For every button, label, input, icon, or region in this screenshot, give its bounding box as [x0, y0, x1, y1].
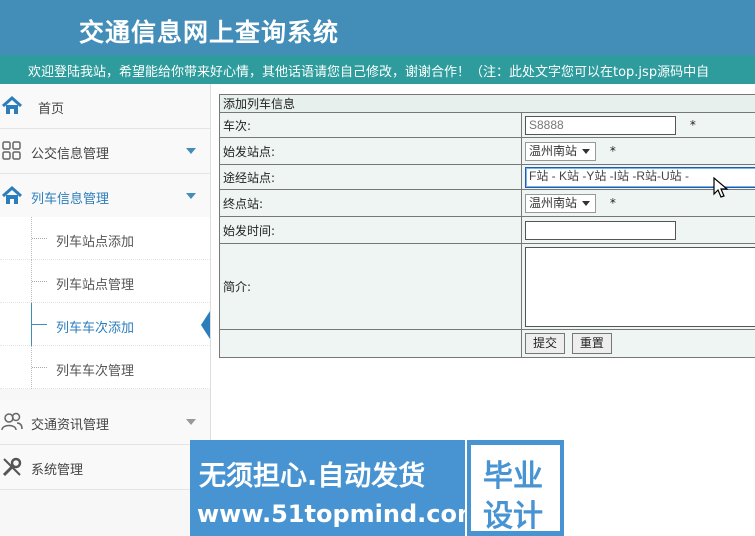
- app-window: 交通信息网上查询系统 欢迎登陆我站，希望能给你带来好心情，其他话语请您自己修改，…: [0, 0, 755, 536]
- watermark-badge-line1: 毕业: [483, 459, 543, 494]
- submenu-item-label: 列车站点添加: [56, 235, 135, 250]
- tree-branch: [32, 281, 47, 282]
- watermark-banner: 无须担心.自动发货 www.51topmind.com: [190, 440, 482, 536]
- depart-label: 始发时间:: [219, 216, 522, 244]
- chevron-down-icon: [186, 193, 196, 199]
- submenu-item-label: 列车车次添加: [56, 321, 135, 336]
- button-cell: 提交 重置: [521, 329, 755, 358]
- sidebar-item-label: 交通资讯管理: [31, 418, 110, 433]
- watermark-badge: 毕业 设计: [467, 440, 564, 536]
- watermark-badge-line2: 设计: [483, 499, 543, 534]
- notice-text: 欢迎登陆我站，希望能给你带来好心情，其他话语请您自己修改，谢谢合作！（注：此处文…: [28, 65, 710, 80]
- intro-textarea[interactable]: [525, 246, 755, 327]
- submenu-item-train-manage[interactable]: 列车车次管理: [0, 346, 210, 389]
- users-icon: [1, 412, 23, 431]
- chevron-down-icon: [186, 419, 196, 425]
- depart-time-input[interactable]: [525, 220, 676, 240]
- submenu-item-label: 列车车次管理: [56, 364, 135, 379]
- intro-label: 简介:: [219, 243, 522, 330]
- origin-cell: 温州南站 *: [521, 137, 755, 165]
- submit-button[interactable]: 提交: [525, 333, 566, 354]
- train-no-label: 车次:: [219, 112, 522, 138]
- watermark-line1: 无须担心.自动发货: [199, 461, 426, 492]
- sidebar: 首页 公交信息管理 列车信息管理 列车站点添加 列车站点管理 列车车次添加 列车…: [0, 84, 211, 536]
- terminal-select-value: 温州南站: [529, 195, 578, 210]
- required-mark: *: [609, 196, 616, 210]
- reset-button[interactable]: 重置: [571, 333, 612, 354]
- button-row-spacer: [219, 329, 522, 358]
- terminal-select[interactable]: 温州南站: [525, 193, 597, 213]
- chevron-down-icon: [582, 200, 591, 206]
- origin-label: 始发站点:: [219, 137, 522, 165]
- active-marker-icon: [201, 311, 210, 339]
- app-title: 交通信息网上查询系统: [79, 18, 340, 47]
- depart-cell: [521, 216, 755, 244]
- home-icon: [2, 95, 22, 114]
- train-no-input[interactable]: S8888: [525, 115, 676, 135]
- home-icon: [2, 185, 22, 204]
- sidebar-item-label: 系统管理: [31, 463, 84, 478]
- tree-branch: [32, 238, 47, 239]
- wrench-icon: [2, 457, 22, 477]
- chevron-down-icon: [186, 148, 196, 154]
- sidebar-item-home[interactable]: 首页: [0, 84, 210, 129]
- notice-bar: 欢迎登陆我站，希望能给你带来好心情，其他话语请您自己修改，谢谢合作！（注：此处文…: [0, 55, 755, 84]
- required-mark: *: [609, 144, 616, 158]
- sidebar-item-train[interactable]: 列车信息管理: [0, 174, 210, 219]
- sidebar-item-label: 列车信息管理: [31, 192, 110, 207]
- top-header: 交通信息网上查询系统: [0, 0, 755, 55]
- submenu-item-station-manage[interactable]: 列车站点管理: [0, 260, 210, 303]
- required-mark: *: [689, 118, 696, 132]
- terminal-label: 终点站:: [219, 189, 522, 217]
- sidebar-item-bus[interactable]: 公交信息管理: [0, 129, 210, 174]
- tree-branch: [32, 367, 47, 368]
- sidebar-item-news[interactable]: 交通资讯管理: [0, 400, 210, 445]
- origin-select[interactable]: 温州南站: [525, 141, 597, 161]
- submenu-item-label: 列车站点管理: [56, 278, 135, 293]
- form-caption: 添加列车信息: [219, 94, 755, 113]
- tree-branch: [32, 324, 47, 325]
- chevron-down-icon: [582, 148, 591, 154]
- watermark-badge-box: 毕业 设计: [471, 445, 560, 534]
- watermark-url: www.51topmind.com: [197, 500, 482, 528]
- submenu-item-train-add[interactable]: 列车车次添加: [0, 303, 210, 346]
- mouse-cursor-icon: [713, 177, 729, 198]
- intro-cell: [521, 243, 755, 330]
- submenu-item-station-add[interactable]: 列车站点添加: [0, 217, 210, 260]
- train-no-cell: S8888 *: [521, 112, 755, 138]
- origin-select-value: 温州南站: [529, 143, 578, 158]
- sidebar-item-label: 公交信息管理: [31, 147, 110, 162]
- train-submenu: 列车站点添加 列车站点管理 列车车次添加 列车车次管理: [0, 217, 210, 389]
- train-form: 添加列车信息 车次: S8888 * 始发站点: 温州南站 * 途经站点: F站…: [219, 94, 755, 358]
- sidebar-item-label: 首页: [38, 102, 65, 117]
- sidebar-item-system[interactable]: 系统管理: [0, 445, 210, 490]
- grid-icon: [2, 141, 21, 160]
- via-label: 途经站点:: [219, 164, 522, 190]
